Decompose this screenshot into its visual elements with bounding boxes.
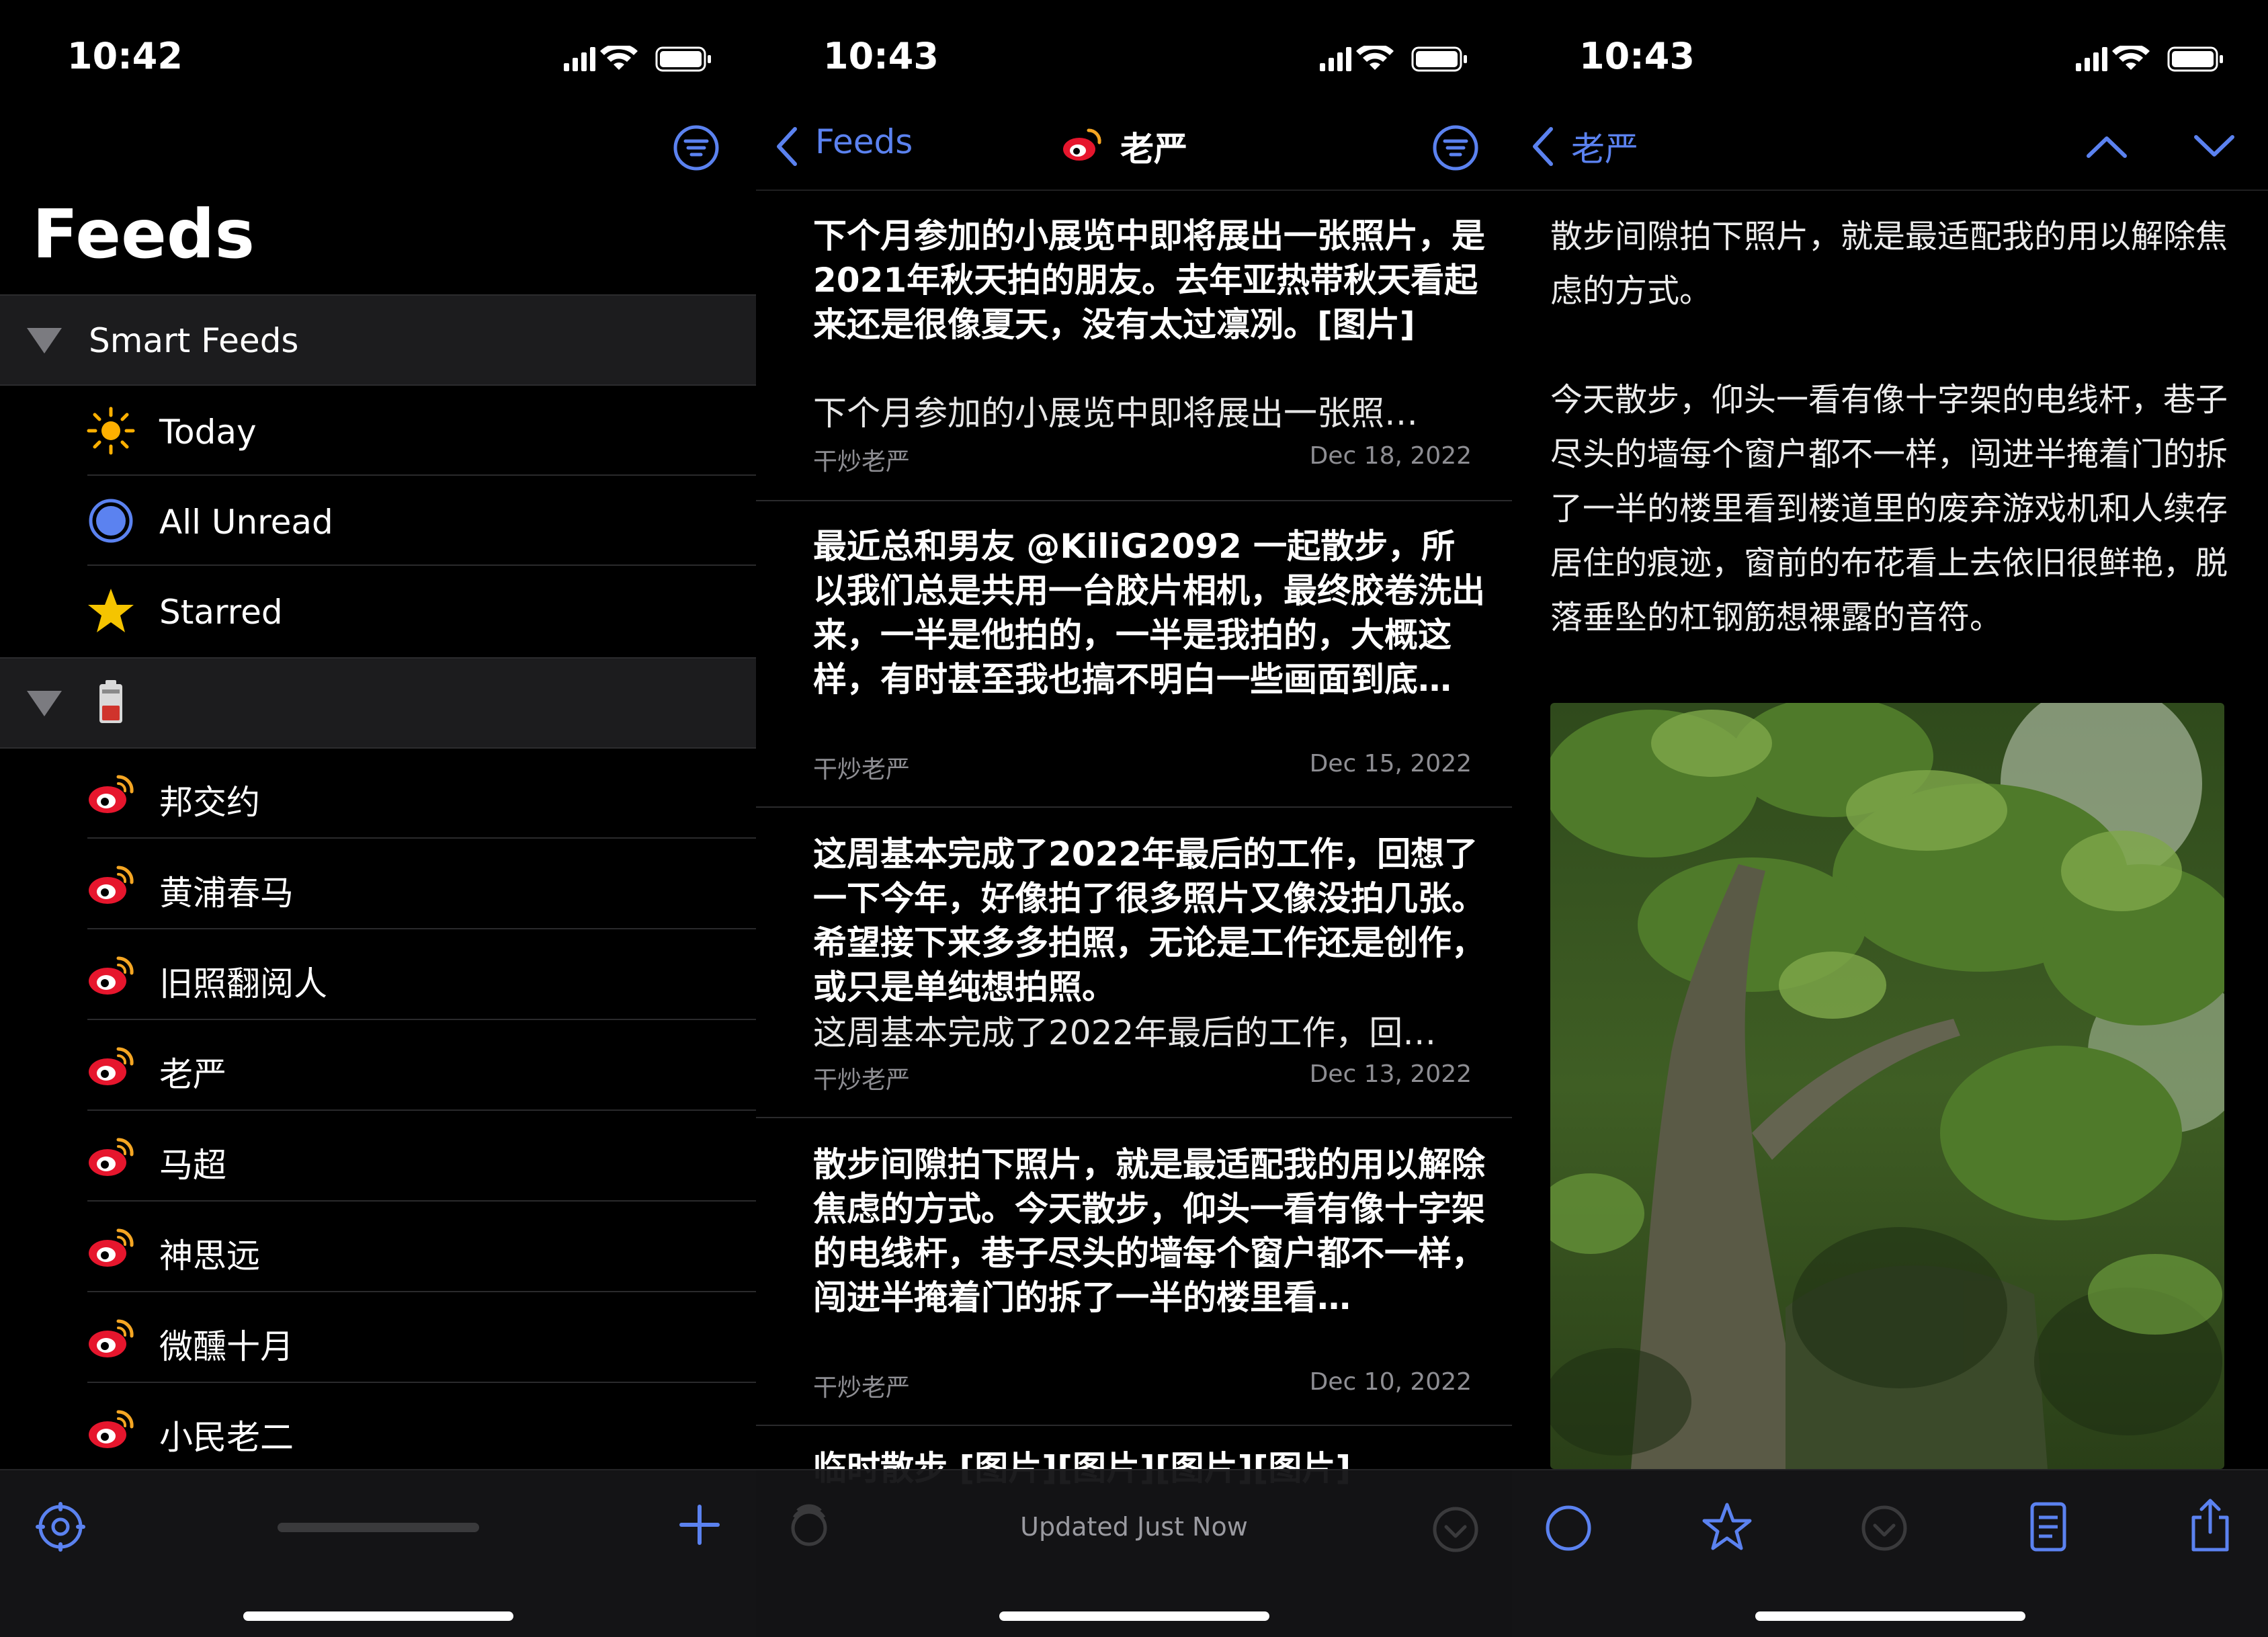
sidebar-item-label: 邦交约: [159, 783, 260, 822]
article-title: 下个月参加的小展览中即将展出一张照片，是2021年秋天拍的朋友。去年亚热带秋天看…: [813, 216, 1485, 344]
share-icon[interactable]: [2188, 1497, 2232, 1554]
status-time: 10:43: [1579, 35, 1695, 77]
updated-status: Updated Just Now: [1020, 1512, 1248, 1542]
weibo-icon: [89, 1138, 134, 1176]
article-title: 散步间隙拍下照片，就是最适配我的用以解除焦虑的方式。今天散步，仰头一看有像十字架…: [813, 1145, 1485, 1317]
weibo-icon: [89, 1047, 134, 1085]
nav-title: 老严: [1120, 130, 1187, 169]
mark-read-icon[interactable]: [1860, 1504, 1908, 1552]
sidebar-item-feed[interactable]: 邦交约: [0, 749, 756, 839]
previous-article-icon[interactable]: [2083, 132, 2130, 161]
sidebar-item-starred[interactable]: Starred: [0, 566, 756, 656]
sidebar-item-all-unread[interactable]: All Unread: [0, 476, 756, 566]
sidebar-item-label: 黄浦春马: [159, 874, 294, 913]
status-icons: [2076, 46, 2223, 72]
article-title: 这周基本完成了2022年最后的工作，回想了一下今年，好像拍了很多照片又像没拍几张…: [813, 835, 1485, 1007]
weibo-icon: [89, 1319, 134, 1357]
weibo-icon: [89, 775, 134, 813]
status-icons: [1320, 46, 1467, 72]
reader-view-icon[interactable]: [2028, 1500, 2068, 1554]
back-chevron-icon[interactable]: [1528, 125, 1558, 168]
section-smart-feeds[interactable]: Smart Feeds: [0, 294, 756, 386]
weibo-icon: [89, 866, 134, 904]
weibo-icon: [1063, 128, 1101, 161]
weibo-icon: [89, 1228, 134, 1267]
sidebar-item-feed[interactable]: 旧照翻阅人: [0, 930, 756, 1020]
sidebar-item-feed[interactable]: 马超: [0, 1111, 756, 1202]
filter-icon[interactable]: [672, 124, 720, 172]
back-button[interactable]: Feeds: [815, 122, 913, 161]
bottom-toolbar: Updated Just Now: [756, 1469, 1512, 1637]
status-icons: [564, 46, 711, 72]
sidebar-item-today[interactable]: Today: [0, 386, 756, 476]
settings-gear-icon[interactable]: [35, 1501, 86, 1552]
page-title: Feeds: [32, 195, 255, 274]
sidebar-item-label: 小民老二: [159, 1418, 294, 1457]
next-article-icon[interactable]: [2191, 132, 2238, 161]
star-icon: [88, 589, 134, 632]
article-date: Dec 15, 2022: [1309, 750, 1472, 778]
weibo-icon: [89, 1410, 134, 1448]
home-indicator: [1755, 1611, 2025, 1621]
sidebar-item-feed[interactable]: 黄浦春马: [0, 839, 756, 929]
status-time: 10:43: [823, 35, 939, 77]
status-time: 10:42: [67, 35, 183, 77]
article-date: Dec 18, 2022: [1309, 442, 1472, 470]
sun-icon: [87, 407, 135, 455]
sidebar-item-label: 老严: [159, 1055, 226, 1094]
article-date: Dec 10, 2022: [1309, 1368, 1472, 1396]
section-label: Smart Feeds: [89, 321, 299, 360]
circle-dot-icon: [89, 499, 133, 543]
article-source: 干炒老严: [813, 756, 911, 784]
sidebar-item-label: 微醺十月: [159, 1327, 294, 1366]
article-summary: 下个月参加的小展览中即将展出一张照…: [813, 394, 1418, 433]
back-button[interactable]: 老严: [1571, 122, 1638, 171]
filter-icon[interactable]: [1431, 124, 1480, 172]
article-photo[interactable]: [1550, 703, 2224, 1469]
back-chevron-icon[interactable]: [772, 125, 802, 168]
section-folder[interactable]: [0, 657, 756, 749]
tree-photo: [1550, 703, 2224, 1469]
article-paragraph: 今天散步，仰头一看有像十字架的电线杆，巷子尽头的墙每个窗户都不一样，闯进半掩着门…: [1550, 381, 2228, 636]
mark-all-read-icon[interactable]: [1431, 1505, 1480, 1554]
article-source: 干炒老严: [813, 1066, 911, 1094]
sidebar-item-label: Starred: [159, 593, 283, 632]
star-icon[interactable]: [1702, 1501, 1753, 1552]
bottom-toolbar: [0, 1469, 756, 1637]
articles-panel: 10:43 Feeds 老严 下个月参加的小展览中即将展出一张照片，是2021年…: [756, 0, 1512, 1637]
article-source: 干炒老严: [813, 448, 911, 476]
mark-unread-icon[interactable]: [1544, 1504, 1593, 1552]
sidebar-item-label: 旧照翻阅人: [159, 964, 327, 1003]
article-title: 最近总和男友 @KiliG2092 一起散步，所以我们总是共用一台胶片相机，最终…: [813, 527, 1485, 699]
weibo-icon: [89, 956, 134, 995]
sidebar-item-label: Today: [159, 413, 257, 452]
home-indicator: [243, 1611, 513, 1621]
home-indicator: [999, 1611, 1269, 1621]
status-bar: 10:43: [1512, 0, 2268, 118]
disclosure-triangle-icon[interactable]: [27, 328, 62, 353]
status-bar: 10:42: [0, 0, 756, 118]
bottom-toolbar: [1512, 1469, 2268, 1637]
article-source: 干炒老严: [813, 1374, 911, 1402]
sidebar-item-label: 神思远: [159, 1236, 260, 1275]
add-icon[interactable]: [679, 1504, 720, 1546]
sidebar-item-feed[interactable]: 小民老二: [0, 1384, 756, 1474]
disclosure-triangle-icon[interactable]: [27, 691, 62, 716]
article-summary: 这周基本完成了2022年最后的工作，回…: [813, 1013, 1437, 1052]
scroll-handle: [278, 1523, 479, 1532]
feeds-panel: 10:42 Feeds Smart Feeds Today All Unread…: [0, 0, 756, 1637]
sidebar-item-feed[interactable]: 微醺十月: [0, 1293, 756, 1383]
article-date: Dec 13, 2022: [1309, 1060, 1472, 1088]
article-detail-panel: 10:43 老严 散步间隙拍下照片，就是最适配我的用以解除焦虑的方式。 今天散步…: [1512, 0, 2268, 1637]
sidebar-item-feed[interactable]: 神思远: [0, 1202, 756, 1292]
sidebar-item-label: 马超: [159, 1146, 226, 1185]
sidebar-item-feed[interactable]: 老严: [0, 1021, 756, 1111]
sidebar-item-label: All Unread: [159, 503, 333, 542]
article-paragraph: 散步间隙拍下照片，就是最适配我的用以解除焦虑的方式。: [1550, 218, 2228, 310]
folder-battery-icon: [99, 680, 122, 723]
status-bar: 10:43: [756, 0, 1512, 118]
